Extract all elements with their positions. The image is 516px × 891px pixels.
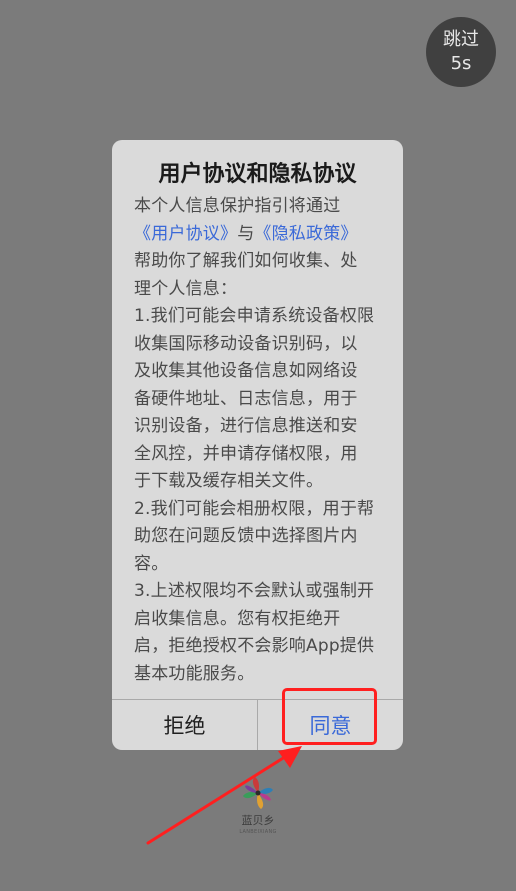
body-line: 启，拒绝授权不会影响App提供 bbox=[134, 636, 375, 656]
body-line: 及收集其他设备信息如网络设 bbox=[134, 361, 358, 381]
intro-links-line: 《用户协议》与《隐私政策》 bbox=[134, 221, 396, 249]
logo-mark-icon bbox=[243, 777, 273, 809]
user-agreement-link[interactable]: 《用户协议》 bbox=[134, 224, 237, 244]
dialog-body: 本个人信息保护指引将通过 《用户协议》与《隐私政策》 帮助你了解我们如何收集、处… bbox=[134, 193, 396, 688]
intro-line-3: 理个人信息： bbox=[134, 278, 238, 299]
body-line: 1.我们可能会申请系统设备权限 bbox=[134, 306, 375, 326]
body-line: 基本功能服务。 bbox=[134, 663, 255, 684]
skip-countdown: 5s bbox=[450, 53, 472, 74]
body-line: 容。 bbox=[134, 553, 169, 574]
intro-line-2: 帮助你了解我们如何收集、处 bbox=[134, 251, 358, 271]
body-line: 启收集信息。您有权拒绝开 bbox=[134, 608, 341, 629]
logo-name: 蓝贝乡 bbox=[241, 814, 275, 827]
body-line: 备硬件地址、日志信息，用于 bbox=[134, 388, 358, 409]
privacy-agreement-dialog: 用户协议和隐私协议 本个人信息保护指引将通过 《用户协议》与《隐私政策》 帮助你… bbox=[112, 140, 403, 750]
skip-label: 跳过 bbox=[443, 29, 479, 50]
privacy-policy-link[interactable]: 《隐私政策》 bbox=[254, 224, 357, 244]
reject-button[interactable]: 拒绝 bbox=[112, 700, 257, 750]
app-logo: 蓝贝乡 LANBEIXIANG bbox=[225, 772, 291, 836]
intro-line-1: 本个人信息保护指引将通过 bbox=[134, 196, 341, 216]
body-line: 于下载及缓存相关文件。 bbox=[134, 471, 324, 491]
link-connector: 与 bbox=[237, 223, 255, 244]
logo-subtitle: LANBEIXIANG bbox=[239, 829, 277, 835]
body-line: 收集国际移动设备识别码，以 bbox=[134, 333, 358, 354]
dialog-title: 用户协议和隐私协议 bbox=[158, 162, 357, 187]
body-line: 识别设备，进行信息推送和安 bbox=[134, 416, 358, 436]
body-line: 2.我们可能会相册权限，用于帮 bbox=[134, 498, 375, 519]
body-line: 全风控，并申请存储权限，用 bbox=[134, 443, 358, 464]
body-line: 助您在问题反馈中选择图片内 bbox=[134, 526, 358, 546]
agree-button[interactable]: 同意 bbox=[258, 700, 403, 750]
skip-countdown-button[interactable]: 跳过 5s bbox=[426, 17, 496, 87]
body-line: 3.上述权限均不会默认或强制开 bbox=[134, 581, 375, 601]
